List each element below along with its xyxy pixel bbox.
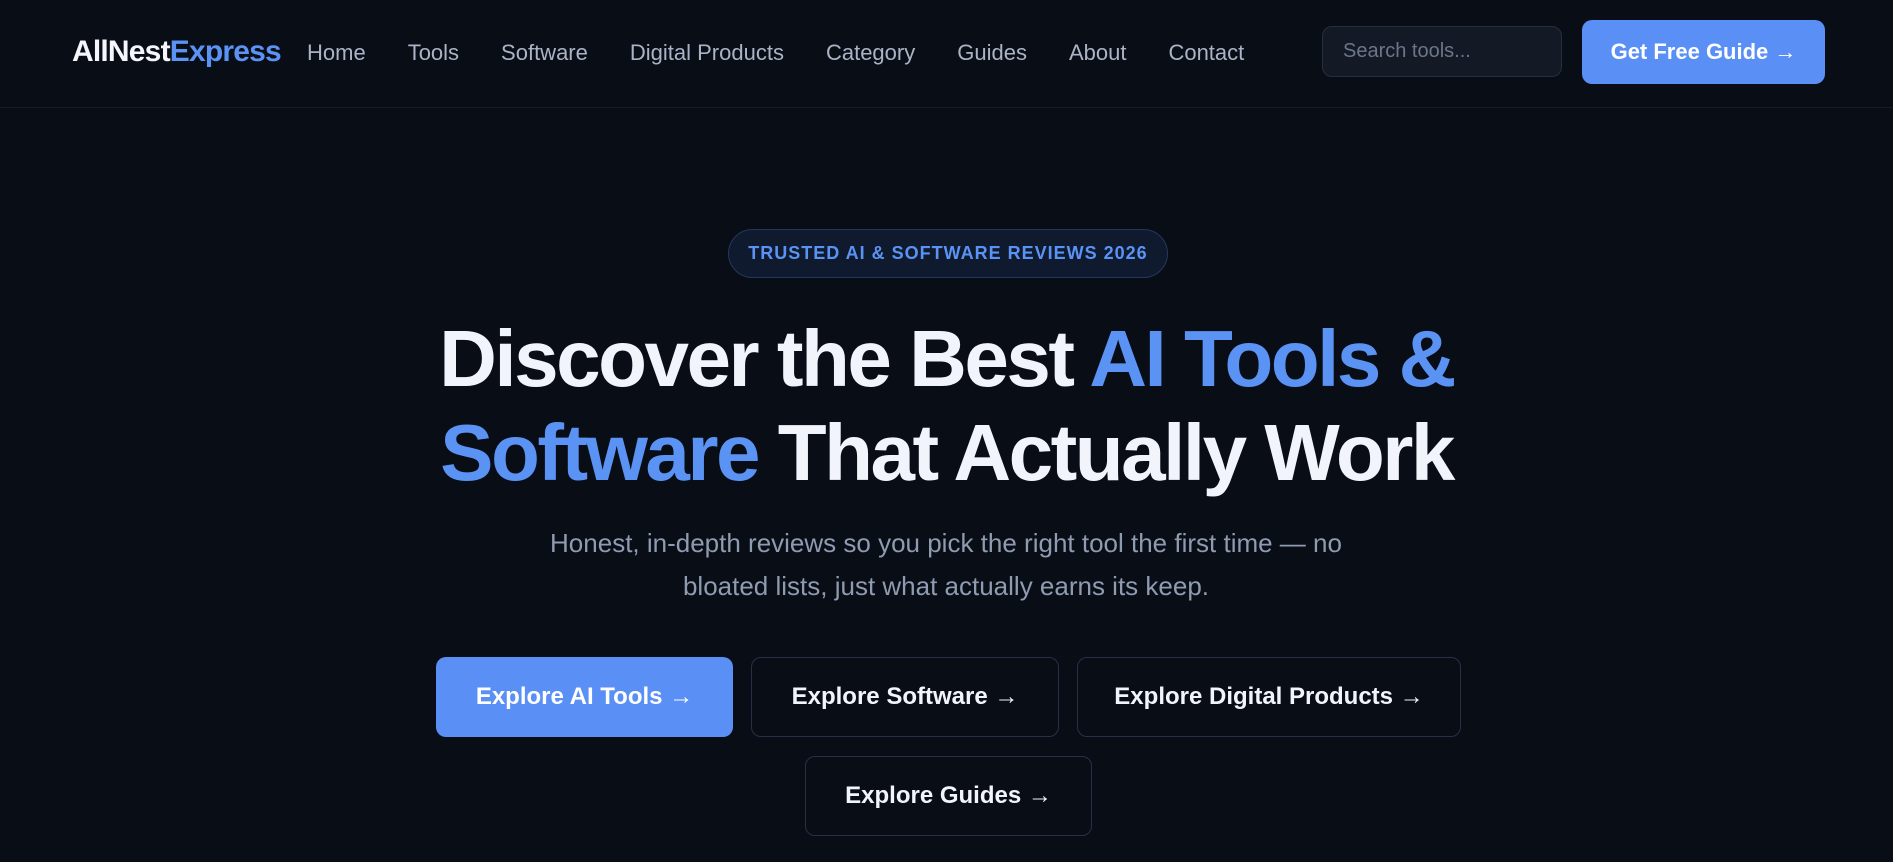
hero-headline: Discover the Best AI Tools & Software Th… — [200, 312, 1693, 500]
headline-plain-2: That Actually Work — [758, 408, 1456, 497]
get-free-guide-button[interactable]: Get Free Guide → — [1582, 20, 1825, 84]
main-nav: Home Tools Software Digital Products Cat… — [307, 38, 1244, 68]
explore-digital-products-button[interactable]: Explore Digital Products → — [1077, 657, 1461, 737]
subtitle-line-2: bloated lists, just what actually earns … — [682, 571, 1210, 601]
subtitle-line-1: Honest, in-depth reviews so you pick the… — [550, 528, 1342, 558]
explore-ai-tools-button[interactable]: Explore AI Tools → — [436, 657, 733, 737]
headline-accent-2: Software — [440, 408, 760, 497]
logo-text-primary: AllNest — [72, 35, 171, 68]
logo-text-accent: Express — [169, 35, 282, 68]
headline-line-2: Software That Actually Work — [200, 406, 1693, 500]
nav-tools[interactable]: Tools — [408, 38, 459, 68]
hero-badge: TRUSTED AI & SOFTWARE REVIEWS 2026 — [728, 229, 1168, 278]
search-box — [1322, 26, 1562, 77]
site-header: AllNestExpress Home Tools Software Digit… — [0, 0, 1893, 108]
explore-software-button[interactable]: Explore Software → — [751, 657, 1059, 737]
search-input[interactable] — [1343, 40, 1541, 63]
hero-subtitle: Honest, in-depth reviews so you pick the… — [496, 522, 1396, 608]
nav-software[interactable]: Software — [501, 38, 588, 68]
headline-accent-1: AI Tools & — [1089, 314, 1456, 403]
headline-plain-1: Discover the Best — [439, 314, 1090, 403]
nav-category[interactable]: Category — [826, 38, 915, 68]
nav-digital-products[interactable]: Digital Products — [630, 38, 784, 68]
nav-guides[interactable]: Guides — [957, 38, 1027, 68]
nav-home[interactable]: Home — [307, 38, 366, 68]
site-logo[interactable]: AllNestExpress — [72, 34, 282, 70]
nav-contact[interactable]: Contact — [1168, 38, 1244, 68]
page: AllNestExpress Home Tools Software Digit… — [0, 0, 1893, 862]
nav-about[interactable]: About — [1069, 38, 1127, 68]
headline-line-1: Discover the Best AI Tools & — [200, 312, 1693, 406]
explore-guides-button[interactable]: Explore Guides → — [805, 756, 1092, 836]
